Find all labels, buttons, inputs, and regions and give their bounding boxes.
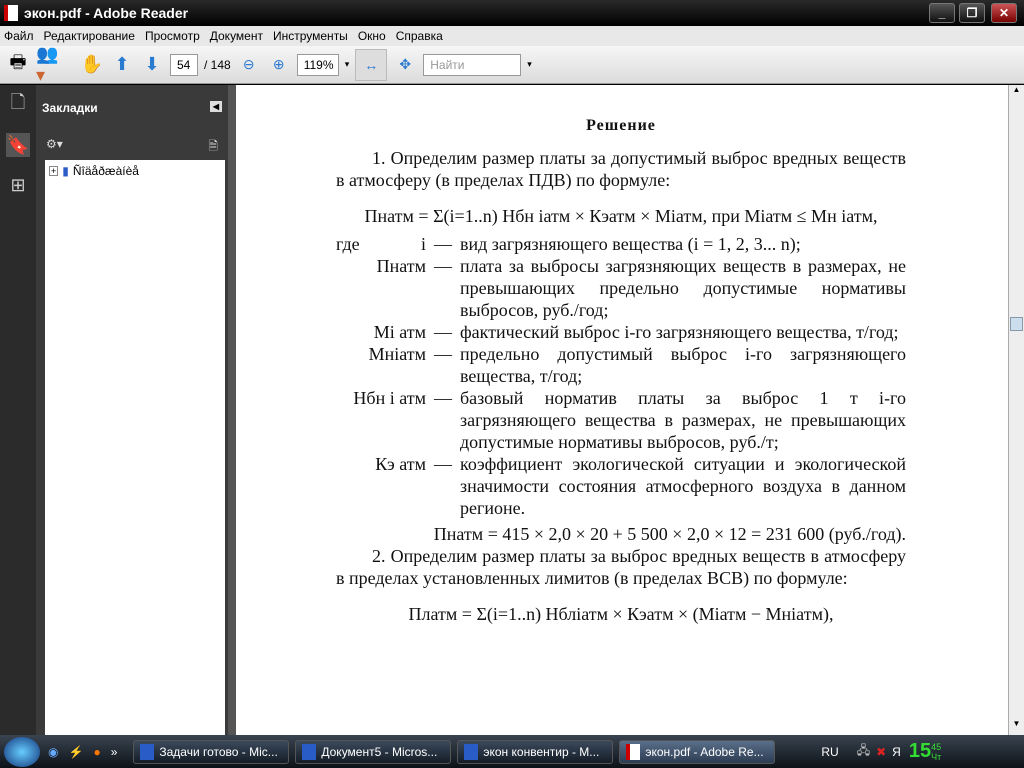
vertical-scrollbar[interactable]: ▲ ▼ xyxy=(1008,85,1024,735)
menu-document[interactable]: Документ xyxy=(210,29,263,43)
zoom-input[interactable]: 119% xyxy=(296,53,339,76)
definition-row: Мнiатм — предельно допустимый выброс i-го … xyxy=(368,344,906,386)
formula: Пнатм = Σ(i=1..n) Нбн iатм × Кэатм × Мiа… xyxy=(364,206,878,226)
word-icon xyxy=(140,743,155,760)
close-button[interactable]: ✕ xyxy=(991,3,1017,23)
zoom-dropdown-icon[interactable]: ▾ xyxy=(345,59,350,70)
menu-file[interactable]: Файл xyxy=(4,29,34,43)
clock-hours: 15 xyxy=(908,740,932,762)
collaborate-icon[interactable]: 👥▾ xyxy=(36,44,60,85)
search-dropdown-icon[interactable]: ▾ xyxy=(527,59,532,70)
window-title: экон.pdf - Adobe Reader xyxy=(24,5,189,21)
antivirus-icon[interactable]: ✖ xyxy=(876,745,886,759)
menu-bar: Файл Редактирование Просмотр Документ Ин… xyxy=(0,26,1024,46)
scroll-down-icon[interactable]: ▼ xyxy=(1009,719,1024,735)
clock-minutes: 45 xyxy=(931,741,942,752)
calculation: Пнатм = 415 × 2,0 × 20 + 5 500 × 2,0 × 1… xyxy=(433,524,906,544)
menu-edit[interactable]: Редактирование xyxy=(44,29,135,43)
title-bar: экон.pdf - Adobe Reader _ ❐ ✕ xyxy=(0,0,1024,26)
paragraph: 2. Определим размер платы за выброс вред… xyxy=(336,546,906,588)
definition-row: Нбн i атм — базовый норматив платы за выбр… xyxy=(353,388,906,452)
network-icon[interactable]: 🖧 xyxy=(857,741,870,762)
scroll-thumb[interactable] xyxy=(1010,317,1023,331)
quicklaunch-icon[interactable]: ⚡ xyxy=(68,745,83,759)
page-number-input[interactable]: 54 xyxy=(170,53,198,76)
search-input[interactable]: Найти xyxy=(423,53,522,76)
bookmark-icon: ▮ xyxy=(62,164,69,178)
fit-width-icon[interactable]: ↔ xyxy=(355,48,388,81)
select-tool-icon: ✋ xyxy=(80,54,104,74)
bookmark-label: Ñîäåðæàíèå xyxy=(72,164,139,178)
start-button[interactable] xyxy=(4,736,40,767)
next-page-icon[interactable]: ⬇ xyxy=(140,53,164,77)
model-tree-icon[interactable]: ⊞ xyxy=(6,173,30,197)
language-indicator[interactable]: RU xyxy=(821,745,838,759)
definition-row: Пнатм — плата за выбросы загрязняющих веще… xyxy=(376,256,906,320)
definition-row: i — вид загрязняющего вещества (i = 1, 2, … xyxy=(420,234,801,254)
collapse-panel-icon[interactable]: ◀ xyxy=(209,101,222,112)
scroll-up-icon[interactable]: ▲ xyxy=(1009,85,1024,101)
taskbar-item-active[interactable]: экон.pdf - Adobe Re... xyxy=(619,739,776,764)
taskbar-item[interactable]: Документ5 - Micros... xyxy=(295,739,452,764)
previous-page-icon[interactable]: ⬆ xyxy=(110,53,134,77)
zoom-in-icon[interactable]: ⊕ xyxy=(267,53,291,77)
menu-help[interactable]: Справка xyxy=(396,29,443,43)
pages-icon[interactable]: 🗋 xyxy=(6,92,30,117)
print-icon[interactable]: 🖶 xyxy=(6,52,30,77)
expand-bookmark-icon[interactable]: 🗎 xyxy=(208,137,218,158)
expand-icon[interactable]: + xyxy=(49,166,59,176)
definition-row: Мi атм — фактический выброс i-го загрязняю… xyxy=(373,322,899,342)
formula: Платм = Σ(i=1..n) Нблiатм × Кэатм × (Мiа… xyxy=(408,604,834,624)
zoom-out-icon[interactable]: ⊖ xyxy=(237,53,261,77)
taskbar-item[interactable]: экон конвентир - M... xyxy=(457,739,614,764)
menu-window[interactable]: Окно xyxy=(358,29,386,43)
bookmarks-list: + ▮ Ñîäåðæàíèå xyxy=(45,160,225,735)
quicklaunch-icon[interactable]: ◉ xyxy=(48,745,58,759)
clock-day: Чт xyxy=(931,751,942,762)
maximize-button[interactable]: ❐ xyxy=(959,3,985,23)
options-gear-icon[interactable]: ⚙▾ xyxy=(46,137,63,151)
definition-row: Кэ атм — коэффициент экологической ситуаци… xyxy=(375,454,906,518)
paragraph: 1. Определим размер платы за допустимый … xyxy=(336,148,906,190)
pdf-icon xyxy=(4,5,18,21)
taskbar: ◉ ⚡ ● » Задачи готово - Mic... Документ5… xyxy=(0,735,1024,768)
bookmark-item[interactable]: + ▮ Ñîäåðæàíèå xyxy=(49,164,221,178)
section-heading: Решение xyxy=(586,117,656,134)
toolbar: 🖶 👥▾ ✋ ⬆ ⬇ 54 / 148 ⊖ ⊕ 119% ▾ ↔ ✥ Найти… xyxy=(0,44,1024,85)
menu-view[interactable]: Просмотр xyxy=(145,29,200,43)
bookmarks-title: Закладки xyxy=(42,101,98,115)
panel-splitter[interactable] xyxy=(228,85,236,735)
pdf-page: Решение 1. Определим размер платы за доп… xyxy=(336,115,906,631)
page-total: / 148 xyxy=(204,57,231,72)
taskbar-item[interactable]: Задачи готово - Mic... xyxy=(133,739,290,764)
yandex-icon[interactable]: Я xyxy=(892,745,901,759)
bookmarks-icon[interactable]: 🔖 xyxy=(6,133,30,157)
bookmarks-panel: Закладки ◀ ⚙▾ 🗎 + ▮ Ñîäåðæàíèå xyxy=(36,85,228,735)
pdf-icon xyxy=(626,743,641,760)
firefox-icon[interactable]: ● xyxy=(93,745,100,759)
navigation-pane: 🗋 🔖 ⊞ 💬 📎 xyxy=(0,85,65,735)
word-icon xyxy=(464,743,479,760)
document-view: Решение 1. Определим размер платы за доп… xyxy=(236,85,1008,735)
word-icon xyxy=(302,743,317,760)
fit-page-icon[interactable]: ✥ xyxy=(393,53,417,77)
menu-tools[interactable]: Инструменты xyxy=(273,29,348,43)
minimize-button[interactable]: _ xyxy=(929,3,955,23)
more-icon[interactable]: » xyxy=(111,745,118,759)
